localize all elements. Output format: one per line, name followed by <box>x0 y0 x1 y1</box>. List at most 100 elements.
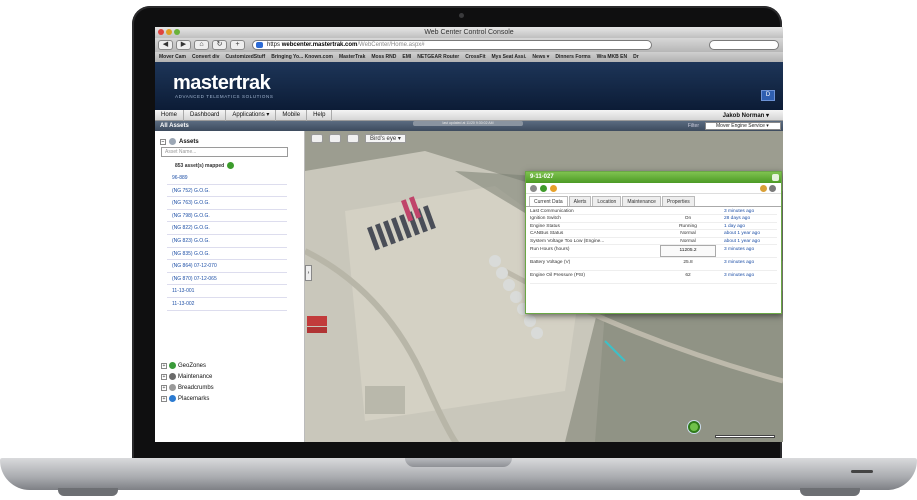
lock-icon[interactable] <box>760 184 767 192</box>
view-select[interactable]: Bird's eye ▾ <box>365 134 406 143</box>
menu-item[interactable]: Help <box>307 109 333 121</box>
row-label: Ignition Switch <box>530 216 561 222</box>
menu-item[interactable]: Mobile <box>276 109 308 121</box>
data-row: Last Communication 3 minutes ago <box>530 208 777 216</box>
settings-icon[interactable] <box>530 184 537 192</box>
home-icon[interactable]: ⌂ <box>194 40 209 50</box>
tab-maintenance[interactable]: Maintenance <box>622 196 661 206</box>
minimize-window-button[interactable] <box>166 29 172 35</box>
data-row: Battery Voltage (V) 25.8 3 minutes ago <box>530 258 777 271</box>
bookmark-item[interactable]: Dinners Forms <box>555 54 590 60</box>
pan-control[interactable] <box>311 134 323 143</box>
bookmark-item[interactable]: Dr <box>633 54 639 60</box>
banner-corner-button[interactable]: D <box>761 90 775 101</box>
bookmark-item[interactable]: News ▾ <box>532 54 549 60</box>
panel-collapse-handle[interactable]: › <box>305 265 312 281</box>
row-value <box>660 208 716 214</box>
row-value: 62 <box>685 272 691 278</box>
assets-tree-title: Assets <box>179 138 199 145</box>
zoom-control[interactable] <box>329 134 341 143</box>
url-domain: webcenter.mastertrak.com <box>281 42 358 48</box>
bookmark-item[interactable]: Mover Cam <box>159 54 186 60</box>
expand-icon[interactable]: + <box>161 395 167 402</box>
group-maintenance[interactable]: + Maintenance <box>161 371 214 382</box>
traffic-lights <box>158 29 180 35</box>
bookmark-item[interactable]: Mys Seat Assi. <box>492 54 527 60</box>
collapse-toggle-icon[interactable]: − <box>160 138 166 145</box>
bookmark-item[interactable]: NETGEAR Router <box>417 54 459 60</box>
user-menu[interactable]: Jakob Norman ▾ <box>723 112 769 119</box>
expand-icon[interactable]: + <box>161 373 167 380</box>
row-value: Normal <box>680 231 696 237</box>
refresh-map-icon[interactable] <box>227 162 235 169</box>
row-time[interactable]: 1 day ago <box>716 223 777 229</box>
close-window-button[interactable] <box>158 29 164 35</box>
url-scheme: https <box>267 42 281 48</box>
group-breadcrumbs[interactable]: + Breadcrumbs <box>161 382 214 393</box>
group-placemarks[interactable]: + Placemarks <box>161 393 214 404</box>
asset-marker[interactable] <box>688 421 700 433</box>
reload-icon[interactable]: ↻ <box>212 40 227 50</box>
expand-icon[interactable]: + <box>161 362 167 369</box>
asset-info-popup: 9-11-027 Current Data Alerts Location Maint… <box>525 171 782 314</box>
bookmark-item[interactable]: Convert div <box>192 54 220 60</box>
bookmark-item[interactable]: MasterTrak <box>339 54 365 60</box>
popup-actions <box>526 183 781 194</box>
address-bar[interactable]: https webcenter.mastertrak.com/WebCenter… <box>252 40 652 50</box>
row-time[interactable]: 3 minutes ago <box>716 258 777 270</box>
row-time[interactable]: 3 minutes ago <box>716 245 777 257</box>
expand-icon[interactable]: + <box>161 384 167 391</box>
row-time[interactable]: about 1 year ago <box>716 230 777 236</box>
asset-list-item[interactable]: (NG 752) G.O.G. <box>167 185 287 198</box>
bookmark-item[interactable]: EMI <box>402 54 411 60</box>
current-data-table: Last Communication 3 minutes ago Ignition … <box>526 207 781 285</box>
row-value: Normal <box>680 238 696 244</box>
asset-filter-input[interactable]: Asset Name... <box>161 147 288 157</box>
back-button[interactable]: ◀ <box>158 40 173 50</box>
tab-alerts[interactable]: Alerts <box>568 196 592 206</box>
service-select[interactable]: Mover Engine Service ▾ <box>705 122 781 130</box>
assets-tree-header[interactable]: − Assets <box>160 138 199 145</box>
menu-item[interactable]: Dashboard <box>184 109 227 121</box>
tab-properties[interactable]: Properties <box>661 196 695 206</box>
asset-list-item[interactable]: (NG 835) G.O.G. <box>167 248 287 261</box>
alert-icon[interactable] <box>550 184 557 192</box>
bookmark-item[interactable]: CustomizedStuff <box>225 54 265 60</box>
bookmark-item[interactable]: Bringing Yo... Known.com <box>271 54 333 60</box>
map-type-control[interactable] <box>347 134 359 143</box>
row-value: On <box>684 216 692 222</box>
row-time[interactable]: 3 minutes ago <box>716 271 777 283</box>
group-label: Breadcrumbs <box>178 384 214 391</box>
edit-icon[interactable] <box>769 184 776 192</box>
search-input[interactable] <box>709 40 779 50</box>
row-time[interactable]: 3 minutes ago <box>716 208 777 214</box>
row-label: System Voltage Too Low (Engine... <box>530 238 605 244</box>
status-icon[interactable] <box>540 184 547 192</box>
bookmark-item[interactable]: CrossFit <box>465 54 485 60</box>
asset-list-item[interactable]: 96-889 <box>167 172 287 185</box>
bookmark-item[interactable]: Moss RND <box>371 54 396 60</box>
asset-list-item[interactable]: 11-13-002 <box>167 298 287 311</box>
asset-list-item[interactable]: 11-13-001 <box>167 285 287 298</box>
menu-item[interactable]: Home <box>155 109 185 121</box>
zoom-window-button[interactable] <box>174 29 180 35</box>
asset-list-item[interactable]: (NG 864) 07-12-070 <box>167 260 287 273</box>
asset-list-item[interactable]: (NG 763) G.O.G. <box>167 197 287 210</box>
forward-button[interactable]: ▶ <box>176 40 191 50</box>
laptop-foot-right <box>800 488 860 496</box>
add-tab-button[interactable]: + <box>230 40 245 50</box>
bookmark-item[interactable]: Wra MKB EN <box>597 54 627 60</box>
close-popup-button[interactable] <box>772 174 779 181</box>
group-label: Placemarks <box>178 395 210 402</box>
tab-location[interactable]: Location <box>592 196 622 206</box>
tab-current-data[interactable]: Current Data <box>529 196 568 206</box>
asset-list-item[interactable]: (NG 870) 07-12-065 <box>167 273 287 286</box>
menu-item[interactable]: Applications ▾ <box>226 109 277 121</box>
asset-list-item[interactable]: (NG 822) G.O.G. <box>167 222 287 235</box>
group-geozones[interactable]: + GeoZones <box>161 360 214 371</box>
asset-list-item[interactable]: (NG 798) G.O.G. <box>167 210 287 223</box>
asset-list-item[interactable]: (NG 823) G.O.G. <box>167 235 287 248</box>
row-time[interactable]: about 1 year ago <box>716 238 777 244</box>
row-time[interactable]: 28 days ago <box>716 215 777 221</box>
data-row: Engine Oil Pressure (PSI) 62 3 minutes ago <box>530 271 777 284</box>
